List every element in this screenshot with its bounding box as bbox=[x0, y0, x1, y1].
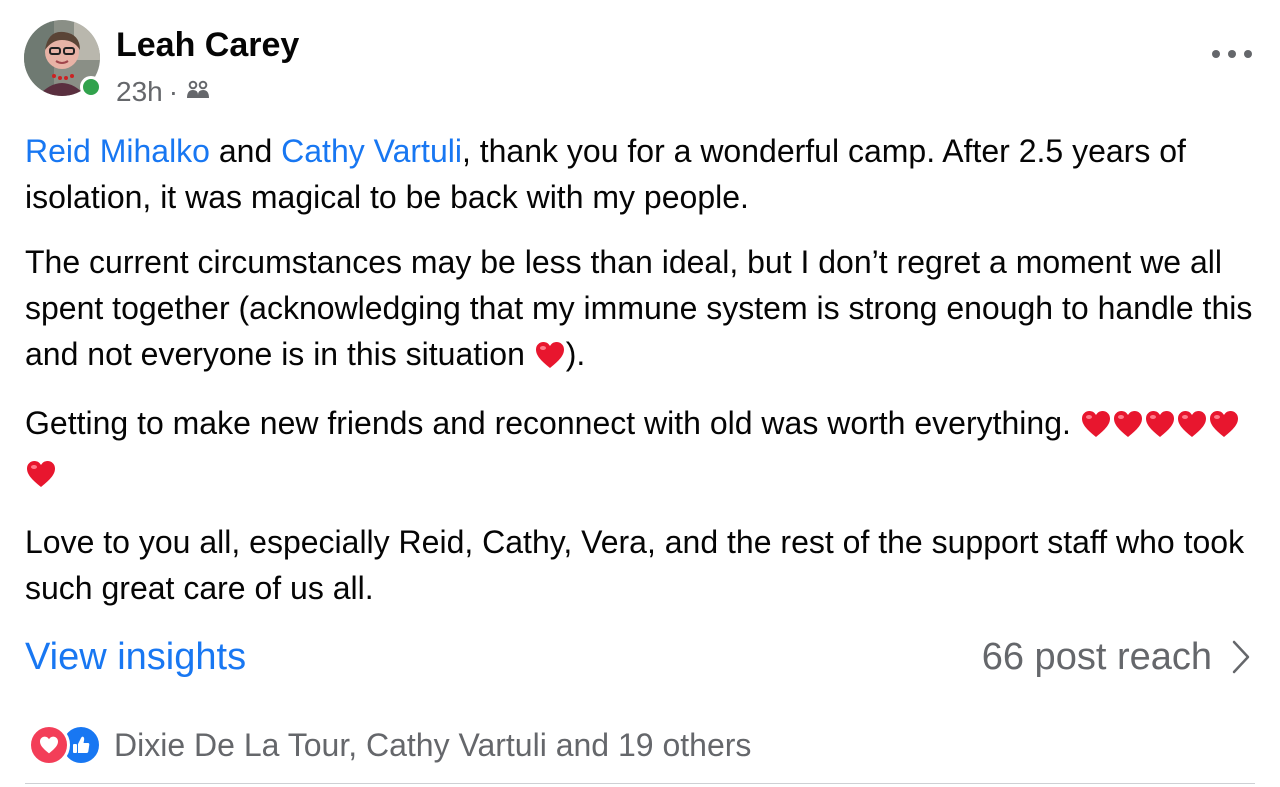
online-status-dot bbox=[80, 76, 102, 98]
paragraph-3-text: Getting to make new friends and reconnec… bbox=[25, 405, 1080, 441]
heart-emoji-icon bbox=[1209, 404, 1239, 450]
friends-icon[interactable] bbox=[184, 74, 210, 110]
author-name[interactable]: Leah Carey bbox=[116, 24, 299, 66]
view-insights-link[interactable]: View insights bbox=[25, 633, 246, 681]
facebook-post: Leah Carey 23h · Reid Mihalko and Cathy … bbox=[0, 0, 1280, 787]
heart-emoji-icon bbox=[1145, 404, 1175, 450]
mention-reid-mihalko[interactable]: Reid Mihalko bbox=[25, 133, 210, 169]
post-time[interactable]: 23h bbox=[116, 74, 163, 110]
avatar[interactable] bbox=[24, 20, 102, 98]
text-and: and bbox=[209, 133, 282, 169]
chevron-right-icon bbox=[1232, 640, 1250, 674]
heart-emoji-icon bbox=[26, 454, 56, 500]
paragraph-2-text: The current circumstances may be less th… bbox=[25, 244, 1253, 372]
heart-emoji-icon bbox=[535, 335, 565, 381]
paragraph-4: Love to you all, especially Reid, Cathy,… bbox=[25, 519, 1255, 611]
post-body: Reid Mihalko and Cathy Vartuli, thank yo… bbox=[25, 128, 1255, 630]
paragraph-1: Reid Mihalko and Cathy Vartuli, thank yo… bbox=[25, 128, 1255, 220]
mention-cathy-vartuli[interactable]: Cathy Vartuli bbox=[281, 133, 462, 169]
reactions-text: Dixie De La Tour, Cathy Vartuli and 19 o… bbox=[114, 727, 752, 763]
paragraph-4-text: Love to you all, especially Reid, Cathy,… bbox=[25, 524, 1245, 606]
divider bbox=[25, 783, 1255, 784]
dot-icon bbox=[1212, 50, 1220, 58]
meta-separator: · bbox=[168, 76, 179, 107]
post-meta: 23h · bbox=[116, 74, 210, 110]
dot-icon bbox=[1244, 50, 1252, 58]
love-reaction-icon bbox=[28, 724, 70, 766]
paragraph-2-tail: ). bbox=[565, 336, 586, 372]
paragraph-3: Getting to make new friends and reconnec… bbox=[25, 400, 1255, 500]
heart-emoji-icon bbox=[1177, 404, 1207, 450]
heart-emoji-icon bbox=[1081, 404, 1111, 450]
dot-icon bbox=[1228, 50, 1236, 58]
post-reach-label: 66 post reach bbox=[981, 636, 1212, 678]
more-options-button[interactable] bbox=[1212, 42, 1252, 66]
heart-emoji-icon bbox=[1113, 404, 1143, 450]
paragraph-2: The current circumstances may be less th… bbox=[25, 239, 1255, 381]
reactions-summary[interactable]: Dixie De La Tour, Cathy Vartuli and 19 o… bbox=[28, 724, 751, 766]
post-reach-link[interactable]: 66 post reach bbox=[982, 633, 1250, 681]
